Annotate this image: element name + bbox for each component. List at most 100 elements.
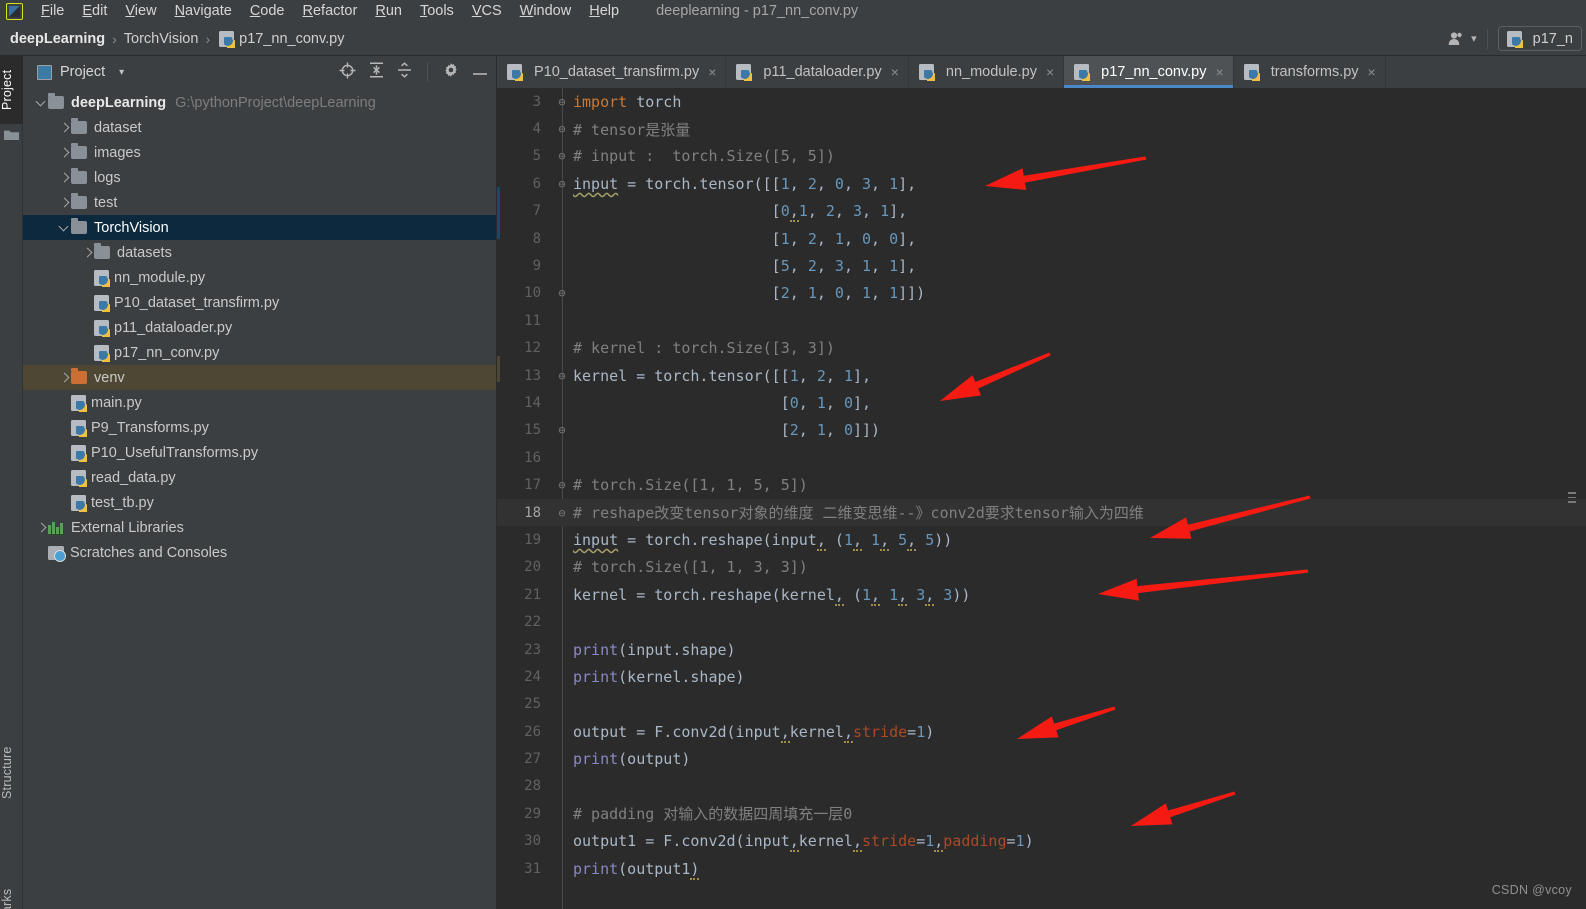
- fold-marker-icon[interactable]: ⊖: [551, 122, 573, 136]
- code-line[interactable]: 3 ⊖ import torch: [497, 88, 1586, 115]
- code-line[interactable]: 6 ⊖ input = torch.tensor([[1, 2, 0, 3, 1],: [497, 170, 1586, 197]
- run-configuration-selector[interactable]: p17_n: [1497, 26, 1582, 51]
- tree-item-torchvision[interactable]: TorchVision: [23, 215, 496, 240]
- code-line[interactable]: 5 ⊖ # input : torch.Size([5, 5]): [497, 143, 1586, 170]
- code-line[interactable]: 7 [0,1, 2, 3, 1],: [497, 198, 1586, 225]
- close-icon[interactable]: ×: [891, 64, 899, 80]
- fold-marker-icon[interactable]: ⊖: [551, 423, 573, 437]
- person-icon[interactable]: [1448, 31, 1465, 46]
- code-line[interactable]: 28: [497, 773, 1586, 800]
- menu-item-run[interactable]: Run: [366, 3, 411, 19]
- chevron-right-icon[interactable]: [58, 146, 71, 159]
- code-line[interactable]: 22: [497, 608, 1586, 635]
- tree-item-scratches-and-consoles[interactable]: Scratches and Consoles: [23, 540, 496, 565]
- code-line[interactable]: 29 # padding 对输入的数据四周填充一层0: [497, 800, 1586, 827]
- folder-icon[interactable]: [4, 128, 19, 141]
- fold-marker-icon[interactable]: ⊖: [551, 369, 573, 383]
- editor-tab-p10-dataset-transfirm-py[interactable]: P10_dataset_transfirm.py ×: [497, 56, 727, 88]
- tree-item-main-py[interactable]: main.py: [23, 390, 496, 415]
- tree-item-test-tb-py[interactable]: test_tb.py: [23, 490, 496, 515]
- editor-tab-p17-nn-conv-py[interactable]: p17_nn_conv.py ×: [1064, 56, 1234, 88]
- tree-item-venv[interactable]: venv: [23, 365, 496, 390]
- code-line[interactable]: 20 # torch.Size([1, 1, 3, 3]): [497, 554, 1586, 581]
- toolstrip-button-bookmarks[interactable]: Bookmarks: [0, 876, 23, 909]
- code-line[interactable]: 18 ⊖ # reshape改变tensor对象的维度 二维变思维--》conv2d…: [497, 498, 1586, 527]
- breadcrumb-folder[interactable]: TorchVision: [124, 31, 199, 47]
- fold-marker-icon[interactable]: ⊖: [551, 177, 573, 191]
- code-line[interactable]: 19 input = torch.reshape(input, (1, 1, 5,…: [497, 526, 1586, 553]
- expand-all-icon[interactable]: [369, 62, 384, 82]
- fold-marker-icon[interactable]: ⊖: [551, 286, 573, 300]
- code-line[interactable]: 15 ⊖ [2, 1, 0]]): [497, 417, 1586, 444]
- fold-marker-icon[interactable]: ⊖: [551, 506, 573, 520]
- tree-item-dataset[interactable]: dataset: [23, 115, 496, 140]
- code-line[interactable]: 12 # kernel : torch.Size([3, 3]): [497, 335, 1586, 362]
- menu-item-navigate[interactable]: Navigate: [166, 3, 241, 19]
- breadcrumb-project[interactable]: deepLearning: [10, 31, 105, 47]
- tree-item-images[interactable]: images: [23, 140, 496, 165]
- menu-item-view[interactable]: View: [116, 3, 165, 19]
- hide-panel-icon[interactable]: [472, 64, 488, 80]
- tree-item-deeplearning[interactable]: deepLearning G:\pythonProject\deepLearnin…: [23, 90, 496, 115]
- tree-item-p10-usefultransforms-py[interactable]: P10_UsefulTransforms.py: [23, 440, 496, 465]
- code-line[interactable]: 8 [1, 2, 1, 0, 0],: [497, 225, 1586, 252]
- fold-marker-icon[interactable]: ⊖: [551, 149, 573, 163]
- code-line[interactable]: 25: [497, 691, 1586, 718]
- code-line[interactable]: 9 [5, 2, 3, 1, 1],: [497, 252, 1586, 279]
- code-line[interactable]: 24 print(kernel.shape): [497, 663, 1586, 690]
- chevron-right-icon[interactable]: [58, 121, 71, 134]
- chevron-down-icon[interactable]: [58, 221, 71, 234]
- code-line[interactable]: 17 ⊖ # torch.Size([1, 1, 5, 5]): [497, 471, 1586, 498]
- tree-item-p17-nn-conv-py[interactable]: p17_nn_conv.py: [23, 340, 496, 365]
- editor-tab-nn-module-py[interactable]: nn_module.py ×: [909, 56, 1065, 88]
- fold-marker-icon[interactable]: ⊖: [551, 478, 573, 492]
- tree-item-test[interactable]: test: [23, 190, 496, 215]
- close-icon[interactable]: ×: [1216, 64, 1224, 80]
- chevron-right-icon[interactable]: [81, 246, 94, 259]
- code-line[interactable]: 27 print(output): [497, 745, 1586, 772]
- collapse-all-icon[interactable]: [397, 62, 412, 82]
- account-caret-icon[interactable]: ▾: [1471, 32, 1477, 45]
- menu-item-code[interactable]: Code: [241, 3, 294, 19]
- editor-tab-p11-dataloader-py[interactable]: p11_dataloader.py ×: [726, 56, 909, 88]
- menu-item-edit[interactable]: Edit: [73, 3, 116, 19]
- toolstrip-button-structure[interactable]: Structure: [0, 732, 23, 814]
- chevron-down-icon[interactable]: [35, 96, 48, 109]
- code-editor[interactable]: 3 ⊖ import torch 4 ⊖ # tensor是张量 5 ⊖ # input : t…: [497, 88, 1586, 909]
- close-icon[interactable]: ×: [1046, 64, 1054, 80]
- chevron-right-icon[interactable]: [58, 196, 71, 209]
- settings-gear-icon[interactable]: [443, 62, 459, 82]
- toolstrip-button-project[interactable]: Project: [0, 56, 23, 124]
- code-line[interactable]: 14 [0, 1, 0],: [497, 389, 1586, 416]
- chevron-right-icon[interactable]: [35, 521, 48, 534]
- locate-icon[interactable]: [339, 62, 356, 83]
- menu-item-tools[interactable]: Tools: [411, 3, 463, 19]
- menu-item-file[interactable]: File: [32, 3, 73, 19]
- code-line[interactable]: 26 output = F.conv2d(input,kernel,stride=…: [497, 718, 1586, 745]
- tree-item-logs[interactable]: logs: [23, 165, 496, 190]
- code-line[interactable]: 21 kernel = torch.reshape(kernel, (1, 1, …: [497, 581, 1586, 608]
- tree-item-p10-dataset-transfirm-py[interactable]: P10_dataset_transfirm.py: [23, 290, 496, 315]
- tree-item-nn-module-py[interactable]: nn_module.py: [23, 265, 496, 290]
- chevron-right-icon[interactable]: [58, 171, 71, 184]
- close-icon[interactable]: ×: [1368, 64, 1376, 80]
- code-line[interactable]: 4 ⊖ # tensor是张量: [497, 115, 1586, 142]
- menu-item-refactor[interactable]: Refactor: [294, 3, 367, 19]
- code-line[interactable]: 10 ⊖ [2, 1, 0, 1, 1]]): [497, 280, 1586, 307]
- menu-item-window[interactable]: Window: [511, 3, 581, 19]
- menu-item-help[interactable]: Help: [580, 3, 628, 19]
- breadcrumb-file[interactable]: p17_nn_conv.py: [239, 31, 344, 47]
- code-line[interactable]: 13 ⊖ kernel = torch.tensor([[1, 2, 1],: [497, 362, 1586, 389]
- tree-item-p9-transforms-py[interactable]: P9_Transforms.py: [23, 415, 496, 440]
- tree-item-external-libraries[interactable]: External Libraries: [23, 515, 496, 540]
- code-line[interactable]: 31 print(output1): [497, 855, 1586, 882]
- tree-item-datasets[interactable]: datasets: [23, 240, 496, 265]
- code-line[interactable]: 23 print(input.shape): [497, 636, 1586, 663]
- editor-tab-transforms-py[interactable]: transforms.py ×: [1234, 56, 1386, 88]
- code-line[interactable]: 16: [497, 444, 1586, 471]
- chevron-right-icon[interactable]: [58, 371, 71, 384]
- tree-item-p11-dataloader-py[interactable]: p11_dataloader.py: [23, 315, 496, 340]
- code-line[interactable]: 11: [497, 307, 1586, 334]
- chevron-down-icon[interactable]: ▾: [119, 67, 124, 78]
- code-line[interactable]: 30 output1 = F.conv2d(input,kernel,stride…: [497, 828, 1586, 855]
